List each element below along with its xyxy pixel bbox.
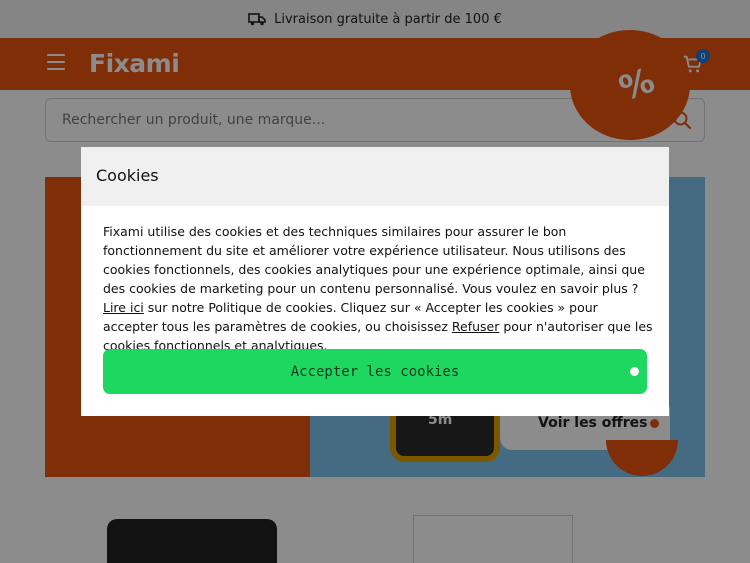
cookie-text-part1: Fixami utilise des cookies et des techni… bbox=[103, 224, 645, 296]
accept-cookies-label: Accepter les cookies bbox=[290, 363, 460, 380]
cookie-dialog: Cookies Fixami utilise des cookies et de… bbox=[81, 147, 669, 416]
cookie-dialog-header: Cookies bbox=[81, 147, 669, 206]
cookie-dialog-title: Cookies bbox=[96, 166, 159, 185]
cookie-dialog-text: Fixami utilise des cookies et des techni… bbox=[103, 222, 655, 355]
accept-cookies-button[interactable]: Accepter les cookies bbox=[103, 349, 647, 394]
read-more-link[interactable]: Lire ici bbox=[103, 300, 144, 315]
accept-dot-icon bbox=[630, 367, 639, 376]
refuse-link[interactable]: Refuser bbox=[452, 319, 499, 334]
